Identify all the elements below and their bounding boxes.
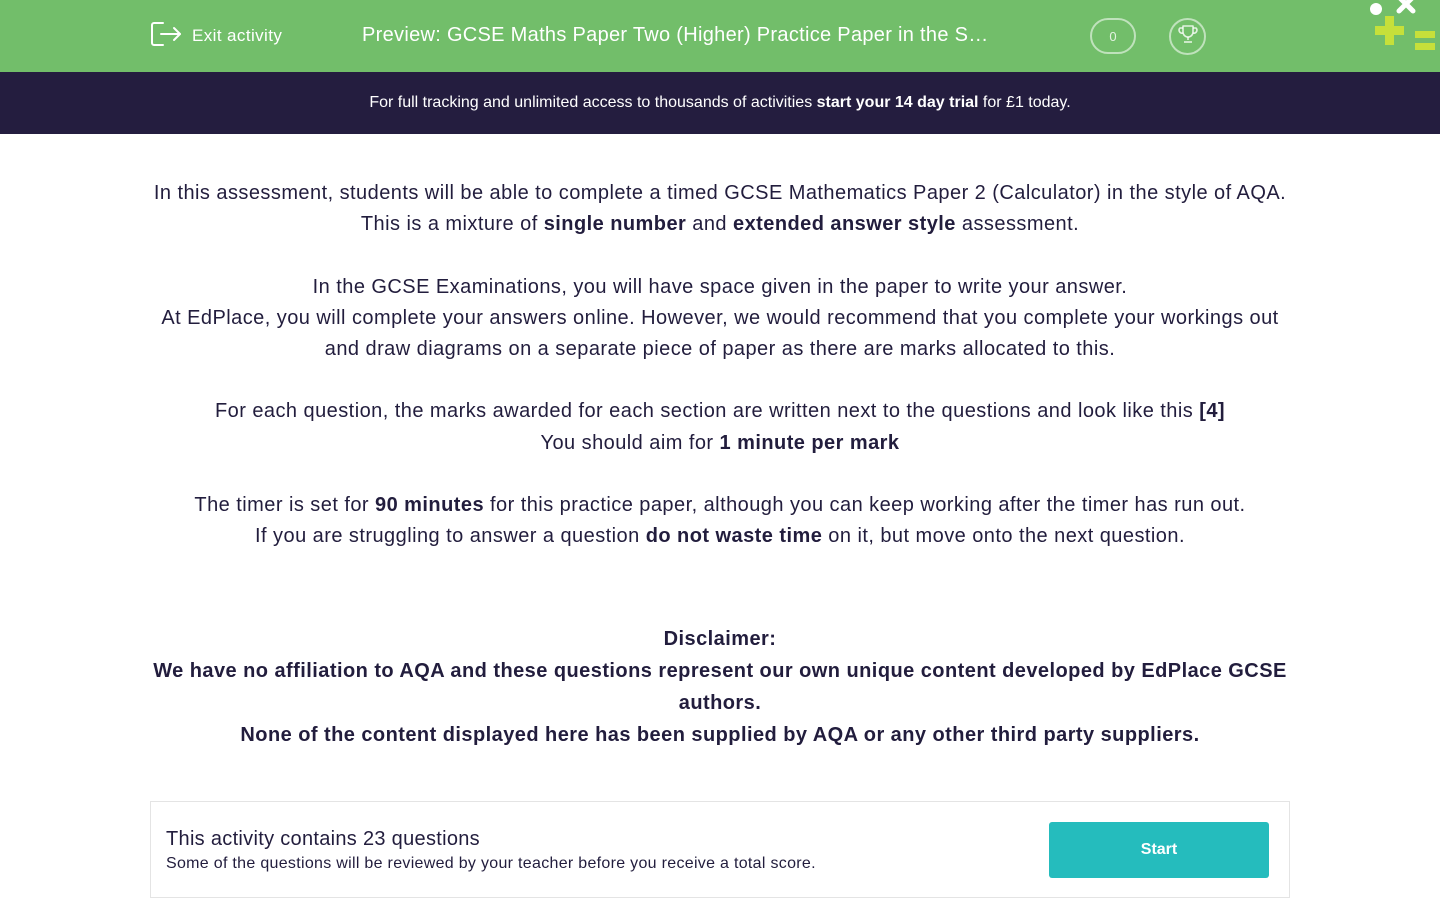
review-note: Some of the questions will be reviewed b…: [166, 855, 816, 872]
intro-paragraph-2: This is a mixture of single number and e…: [360, 213, 1080, 236]
activity-footer: This activity contains 23 questions Some…: [150, 801, 1290, 898]
disclaimer-line-1: We have no affiliation to AQA and these …: [153, 659, 1287, 714]
edplace-logo: [1366, 0, 1440, 60]
question-count: This activity contains 23 questions: [166, 828, 480, 850]
banner-text: For full tracking and unlimited access t…: [369, 94, 1071, 111]
activity-description: In this assessment, students will be abl…: [150, 178, 1290, 751]
trophy-button[interactable]: [1169, 18, 1206, 55]
marks-paragraph: For each question, the marks awarded for…: [214, 400, 1225, 423]
score-badge: 0: [1090, 18, 1136, 54]
intro-paragraph-1: In this assessment, students will be abl…: [153, 182, 1287, 204]
trial-link[interactable]: start your 14 day trial: [817, 94, 979, 111]
intro-paragraph-3: In the GCSE Examinations, you will have …: [312, 275, 1128, 298]
top-bar: Exit activity Preview: GCSE Maths Paper …: [0, 0, 1440, 72]
start-button[interactable]: Start: [1049, 822, 1269, 878]
timer-paragraph: The timer is set for 90 minutes for this…: [194, 494, 1246, 517]
exit-activity-label: Exit activity: [192, 26, 283, 45]
trophy-icon: [1177, 23, 1199, 50]
struggle-paragraph: If you are struggling to answer a questi…: [255, 525, 1185, 548]
exit-activity-button[interactable]: Exit activity: [149, 20, 282, 52]
exit-icon: [149, 19, 183, 54]
disclaimer-line-2: None of the content displayed here has b…: [240, 723, 1200, 746]
trial-banner: For full tracking and unlimited access t…: [0, 72, 1440, 134]
disclaimer-title: Disclaimer:: [663, 627, 777, 650]
activity-title: Preview: GCSE Maths Paper Two (Higher) P…: [362, 24, 992, 46]
timing-paragraph: You should aim for 1 minute per mark: [540, 431, 900, 454]
intro-paragraph-4: At EdPlace, you will complete your answe…: [161, 306, 1279, 361]
